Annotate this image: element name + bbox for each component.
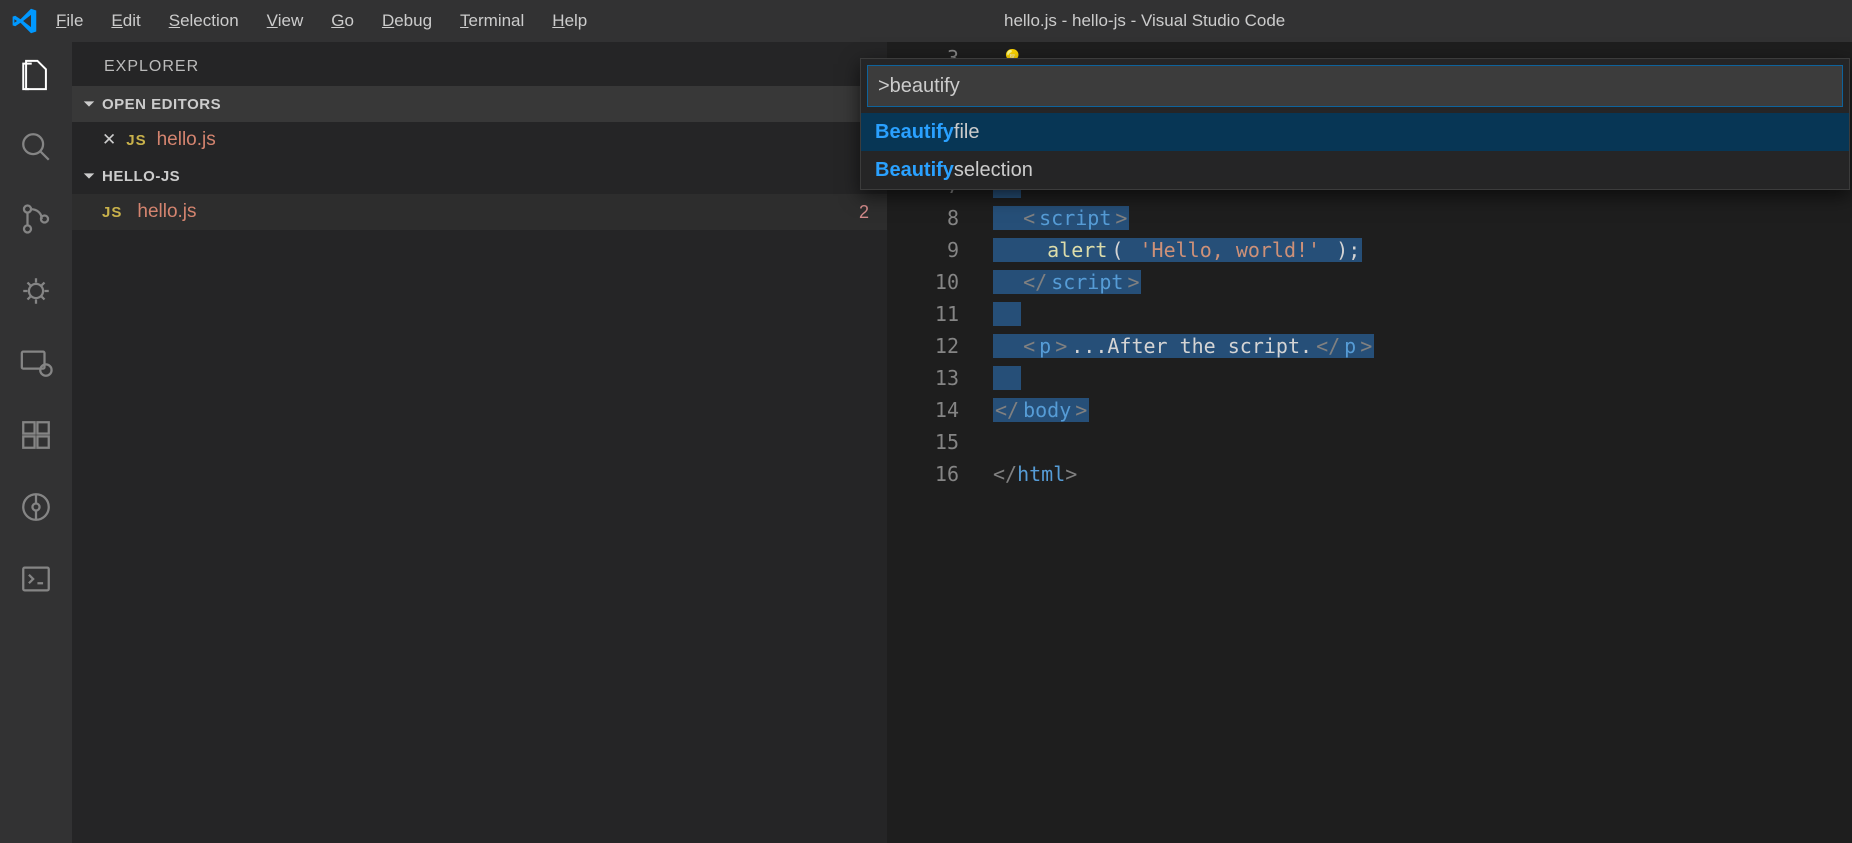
palette-item[interactable]: Beautify file (861, 113, 1849, 151)
javascript-icon: JS (102, 204, 122, 221)
error-count: 2 (859, 202, 869, 223)
menu-help[interactable]: Help (552, 11, 587, 31)
source-control-icon[interactable] (15, 198, 57, 240)
javascript-icon: JS (126, 132, 146, 149)
menu-edit[interactable]: Edit (111, 11, 140, 31)
menu-go[interactable]: Go (331, 11, 354, 31)
menu-terminal[interactable]: Terminal (460, 11, 524, 31)
extensions-icon[interactable] (15, 414, 57, 456)
menu-bar: File Edit Selection View Go Debug Terminal Help (56, 11, 587, 31)
window-title: hello.js - hello-js - Visual Studio Code (587, 11, 1842, 31)
open-editors-header[interactable]: OPEN EDITORS (72, 86, 887, 122)
menu-file[interactable]: File (56, 11, 83, 31)
file-item[interactable]: JS hello.js 2 (72, 194, 887, 230)
command-palette: >beautify Beautify fileBeautify selectio… (860, 58, 1850, 190)
explorer-title: EXPLORER (72, 42, 887, 86)
menu-selection[interactable]: Selection (169, 11, 239, 31)
close-icon[interactable]: ✕ (102, 130, 116, 150)
terminal-panel-icon[interactable] (15, 558, 57, 600)
chevron-down-icon (82, 97, 96, 111)
command-palette-input[interactable]: >beautify (867, 65, 1843, 107)
folder-header[interactable]: HELLO-JS (72, 158, 887, 194)
gitlens-icon[interactable] (15, 486, 57, 528)
search-icon[interactable] (15, 126, 57, 168)
file-name: hello.js (157, 129, 216, 151)
file-name: hello.js (137, 201, 196, 222)
debug-icon[interactable] (15, 270, 57, 312)
activity-bar (0, 42, 72, 843)
vscode-logo-icon (10, 7, 38, 35)
menu-view[interactable]: View (267, 11, 304, 31)
open-editor-item[interactable]: ✕ JS hello.js 2 (72, 122, 887, 158)
chevron-down-icon (82, 169, 96, 183)
palette-item[interactable]: Beautify selection (861, 151, 1849, 189)
title-bar: File Edit Selection View Go Debug Terminal Help… (0, 0, 1852, 42)
sidebar: EXPLORER OPEN EDITORS ✕ JS hello.js 2 HE… (72, 42, 887, 843)
explorer-icon[interactable] (15, 54, 57, 96)
menu-debug[interactable]: Debug (382, 11, 432, 31)
remote-icon[interactable] (15, 342, 57, 384)
